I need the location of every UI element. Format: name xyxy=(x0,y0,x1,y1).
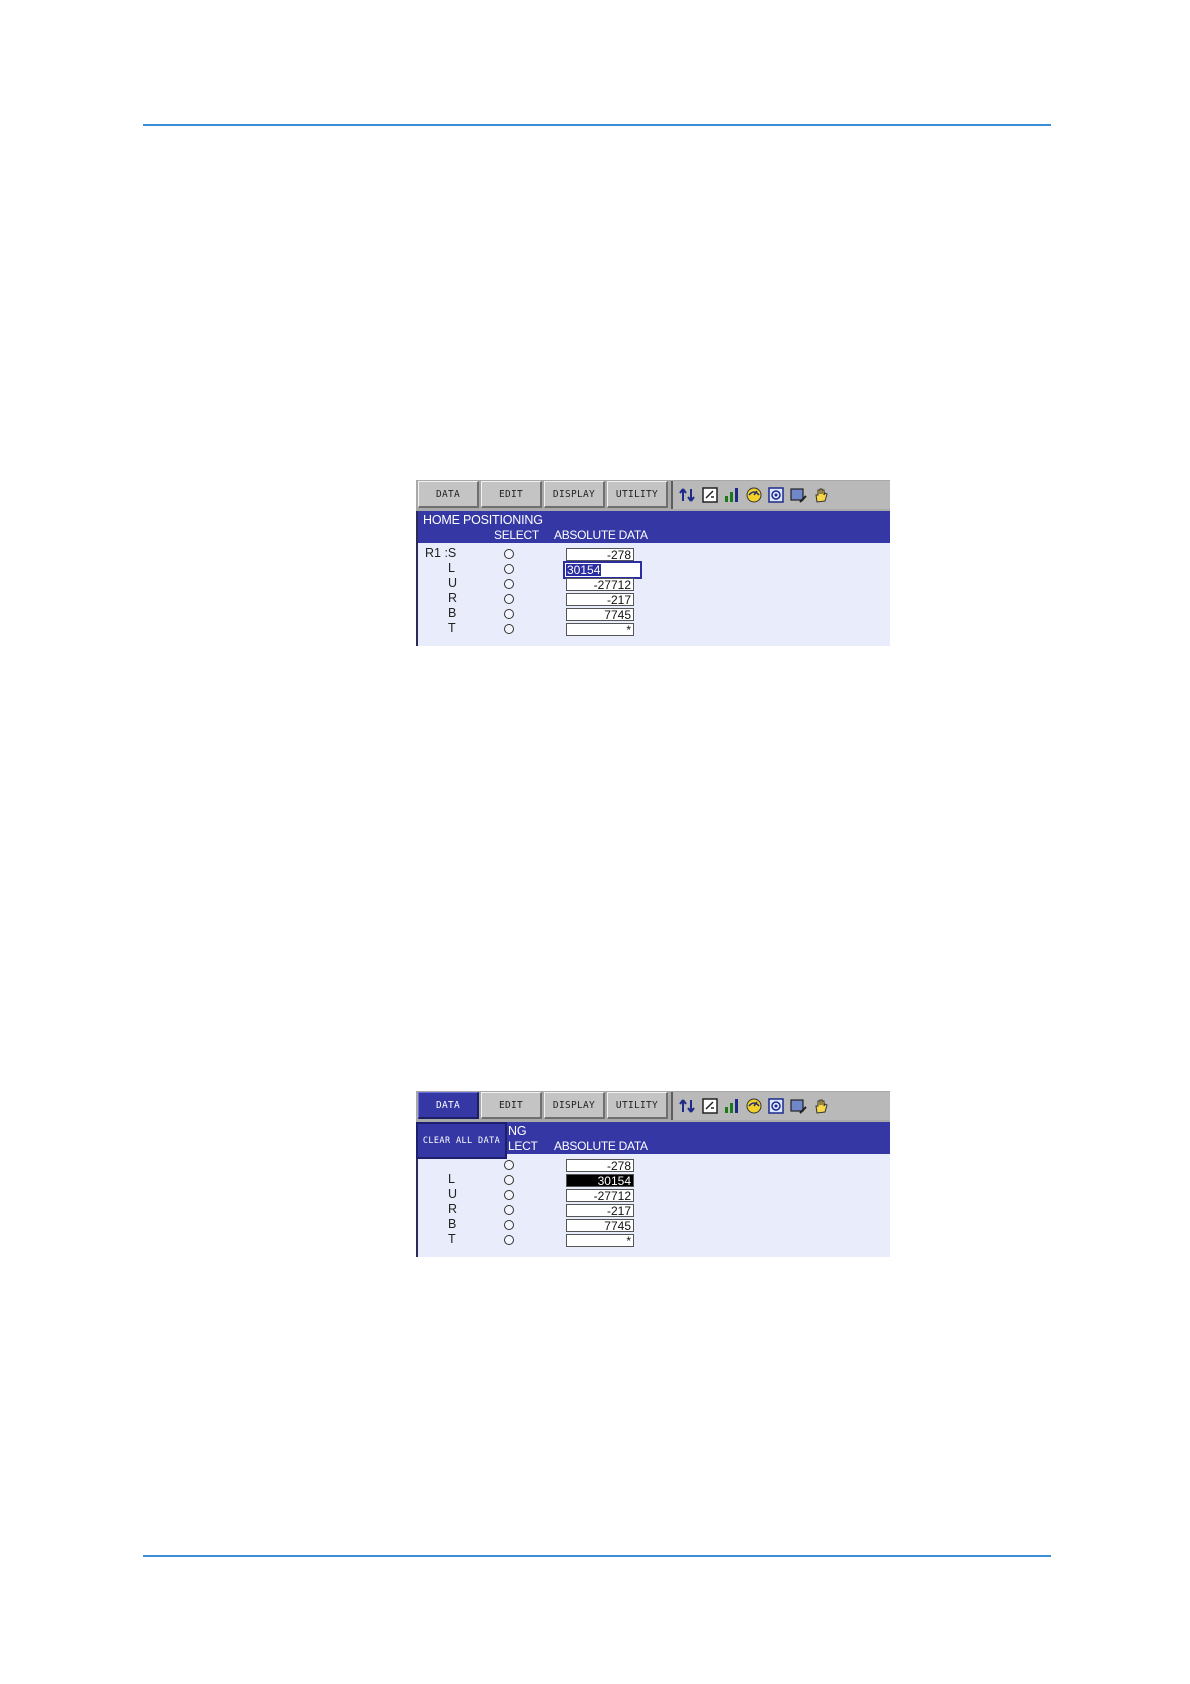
select-radio-l[interactable] xyxy=(504,564,514,574)
absolute-data-field-u[interactable]: -27712 xyxy=(566,1189,634,1202)
pendant-screen-data-menu-open: DATA EDIT DISPLAY UTILITY NG LECT ABSOLU… xyxy=(416,1091,890,1257)
select-radio-r[interactable] xyxy=(504,1205,514,1215)
select-radio-u[interactable] xyxy=(504,1190,514,1200)
menu-data-button[interactable]: DATA xyxy=(418,481,479,508)
menu-bar: DATA EDIT DISPLAY UTILITY xyxy=(416,480,890,512)
select-radio-u[interactable] xyxy=(504,579,514,589)
select-radio-b[interactable] xyxy=(504,1220,514,1230)
select-radio-r[interactable] xyxy=(504,594,514,604)
screen-edit-icon[interactable] xyxy=(789,486,807,504)
hand-icon[interactable] xyxy=(812,1097,830,1115)
axis-label-l: L xyxy=(448,1172,455,1186)
menu-bar: DATA EDIT DISPLAY UTILITY xyxy=(416,1091,890,1123)
absolute-data-field-t[interactable]: * xyxy=(566,1234,634,1247)
axis-label-t: T xyxy=(448,1232,456,1246)
column-header-select: SELECT xyxy=(494,528,539,542)
header-rule xyxy=(143,124,1051,126)
page-title: HOME POSITIONING xyxy=(423,513,543,527)
robot-target-icon[interactable] xyxy=(767,1097,785,1115)
menu-display-button[interactable]: DISPLAY xyxy=(544,481,605,508)
menu-edit-button[interactable]: EDIT xyxy=(481,1092,542,1119)
select-radio-s[interactable] xyxy=(504,1160,514,1170)
screen-edit-icon[interactable] xyxy=(789,1097,807,1115)
axis-label-b: B xyxy=(448,1217,457,1231)
speed-icon[interactable] xyxy=(745,486,763,504)
footer-rule xyxy=(143,1555,1051,1557)
signal-bars-icon[interactable] xyxy=(723,486,741,504)
page-title-fragment: NG xyxy=(508,1124,527,1138)
absolute-data-field-s[interactable]: -278 xyxy=(566,1159,634,1172)
hand-icon[interactable] xyxy=(812,486,830,504)
absolute-data-input-l[interactable]: 30154 xyxy=(563,561,642,579)
axis-label-b: B xyxy=(448,606,457,620)
absolute-data-field-r[interactable]: -217 xyxy=(566,593,634,606)
column-header-absolute-data: ABSOLUTE DATA xyxy=(554,1139,648,1153)
menu-display-button[interactable]: DISPLAY xyxy=(544,1092,605,1119)
axis-label-l: L xyxy=(448,561,455,575)
axis-label-t: T xyxy=(448,621,456,635)
status-icon-bar xyxy=(671,481,890,509)
select-radio-t[interactable] xyxy=(504,1235,514,1245)
axis-label-u: U xyxy=(448,1187,458,1201)
menu-data-button[interactable]: DATA xyxy=(418,1092,479,1119)
switch-arrows-icon[interactable] xyxy=(679,486,697,504)
robot-target-icon[interactable] xyxy=(767,486,785,504)
axis-label-r: R xyxy=(448,1202,458,1216)
column-header-absolute-data: ABSOLUTE DATA xyxy=(554,528,648,542)
dropdown-clear-all-data[interactable]: CLEAR ALL DATA xyxy=(416,1122,507,1159)
menu-utility-button[interactable]: UTILITY xyxy=(607,1092,668,1119)
absolute-data-field-u[interactable]: -27712 xyxy=(566,578,634,591)
axis-label-r: R xyxy=(448,591,458,605)
column-header-select-fragment: LECT xyxy=(508,1139,538,1153)
status-icon-bar xyxy=(671,1092,890,1120)
pendant-screen-home-positioning: DATA EDIT DISPLAY UTILITY HOME POSITIONI… xyxy=(416,480,890,646)
switch-arrows-icon[interactable] xyxy=(679,1097,697,1115)
edit-document-icon[interactable] xyxy=(701,1097,719,1115)
axis-label-s: R1 :S xyxy=(425,546,457,560)
select-radio-b[interactable] xyxy=(504,609,514,619)
select-radio-l[interactable] xyxy=(504,1175,514,1185)
absolute-data-field-b[interactable]: 7745 xyxy=(566,608,634,621)
signal-bars-icon[interactable] xyxy=(723,1097,741,1115)
menu-edit-button[interactable]: EDIT xyxy=(481,481,542,508)
absolute-data-field-b[interactable]: 7745 xyxy=(566,1219,634,1232)
absolute-data-field-t[interactable]: * xyxy=(566,623,634,636)
select-radio-s[interactable] xyxy=(504,549,514,559)
input-value: 30154 xyxy=(566,563,602,577)
frame-left-border xyxy=(416,511,418,646)
absolute-data-field-s[interactable]: -278 xyxy=(566,548,634,561)
absolute-data-field-l-selected[interactable]: 30154 xyxy=(566,1174,634,1187)
speed-icon[interactable] xyxy=(745,1097,763,1115)
menu-utility-button[interactable]: UTILITY xyxy=(607,481,668,508)
absolute-data-field-r[interactable]: -217 xyxy=(566,1204,634,1217)
edit-document-icon[interactable] xyxy=(701,486,719,504)
select-radio-t[interactable] xyxy=(504,624,514,634)
title-bar: HOME POSITIONING SELECT ABSOLUTE DATA xyxy=(416,511,890,543)
axis-label-u: U xyxy=(448,576,458,590)
